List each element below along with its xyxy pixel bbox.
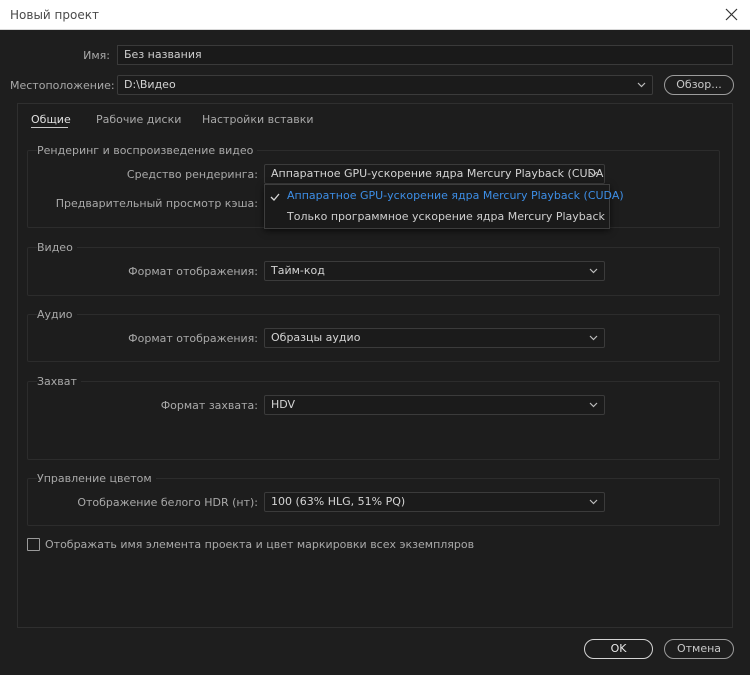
tab-general[interactable]: Общие [31, 113, 71, 126]
browse-label: Обзор... [676, 78, 722, 91]
check-icon [270, 193, 280, 201]
window-title: Новый проект [10, 8, 99, 22]
show-project-item-label[interactable]: Отображать имя элемента проекта и цвет м… [45, 538, 474, 551]
renderer-value: Аппаратное GPU-ускорение ядра Mercury Pl… [271, 167, 605, 180]
cache-preview-label: Предварительный просмотр кэша: [55, 197, 258, 210]
title-bar: Новый проект [0, 0, 750, 30]
ok-button[interactable]: OK [584, 639, 653, 659]
cancel-button[interactable]: Отмена [664, 639, 734, 659]
location-label: Местоположение: [10, 79, 115, 92]
chevron-down-icon [589, 402, 598, 408]
capture-group-title: Захват [37, 375, 81, 388]
close-button[interactable] [714, 0, 750, 30]
chevron-down-icon [637, 82, 646, 88]
hdr-white-value: 100 (63% HLG, 51% PQ) [271, 495, 406, 508]
tab-ingest-settings[interactable]: Настройки вставки [202, 113, 314, 126]
audio-group-title: Аудио [37, 308, 77, 321]
renderer-select[interactable]: Аппаратное GPU-ускорение ядра Mercury Pl… [264, 164, 605, 184]
renderer-option-software[interactable]: Только программное ускорение ядра Mercur… [287, 210, 605, 223]
audio-format-value: Образцы аудио [271, 331, 361, 344]
ok-label: OK [610, 642, 627, 655]
capture-format-select[interactable]: HDV [264, 395, 605, 415]
name-field[interactable]: Без названия [117, 45, 733, 65]
capture-format-value: HDV [271, 398, 296, 411]
video-group-title: Видео [37, 241, 77, 254]
hdr-white-label: Отображение белого HDR (нт): [77, 496, 258, 509]
close-icon [725, 8, 738, 21]
chevron-down-icon [589, 499, 598, 505]
render-group-title: Рендеринг и воспроизведение видео [37, 144, 258, 157]
name-value: Без названия [124, 48, 202, 61]
capture-group [27, 381, 720, 460]
chevron-down-icon [589, 171, 598, 177]
show-project-item-checkbox[interactable] [27, 538, 40, 551]
color-group-title: Управление цветом [37, 472, 156, 485]
location-select[interactable]: D:\Видео [117, 75, 653, 95]
location-value: D:\Видео [124, 78, 176, 91]
renderer-option-cuda[interactable]: Аппаратное GPU-ускорение ядра Mercury Pl… [287, 189, 624, 202]
video-format-value: Тайм-код [271, 264, 325, 277]
renderer-label: Средство рендеринга: [126, 168, 258, 181]
tab-scratch-disks[interactable]: Рабочие диски [96, 113, 181, 126]
browse-button[interactable]: Обзор... [664, 75, 734, 95]
chevron-down-icon [589, 268, 598, 274]
audio-format-select[interactable]: Образцы аудио [264, 328, 605, 348]
active-tab-underline [31, 127, 68, 128]
name-label: Имя: [83, 49, 110, 62]
chevron-down-icon [589, 335, 598, 341]
audio-format-label: Формат отображения: [128, 332, 258, 345]
hdr-white-select[interactable]: 100 (63% HLG, 51% PQ) [264, 492, 605, 512]
cancel-label: Отмена [676, 642, 722, 655]
video-format-select[interactable]: Тайм-код [264, 261, 605, 281]
renderer-dropdown-menu: Аппаратное GPU-ускорение ядра Mercury Pl… [264, 184, 624, 229]
capture-format-label: Формат захвата: [160, 399, 258, 412]
video-format-label: Формат отображения: [128, 265, 258, 278]
